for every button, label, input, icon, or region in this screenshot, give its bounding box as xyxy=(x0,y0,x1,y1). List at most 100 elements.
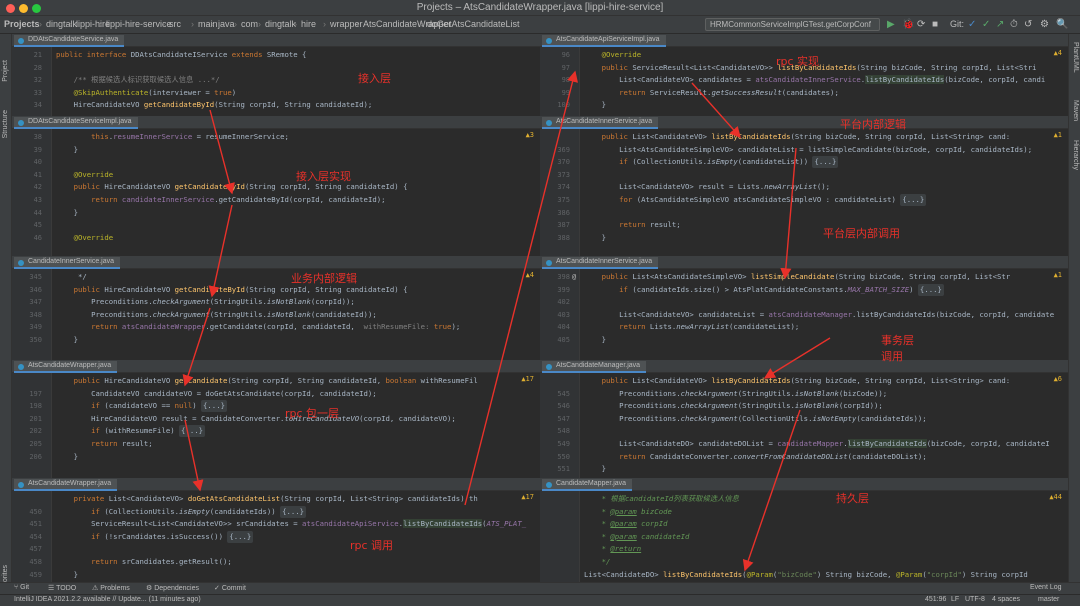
settings-icon[interactable]: ⚙ xyxy=(1040,19,1049,30)
right-strip-maven[interactable]: Maven xyxy=(1072,100,1079,121)
code-area[interactable]: public List<CandidateVO> listByCandidate… xyxy=(580,373,1068,478)
inspection-warning-count[interactable]: ▲3 xyxy=(526,131,534,139)
code-area[interactable]: public HireCandidateVO getCandidate(Stri… xyxy=(52,373,540,478)
editor-pane: AtsCandidateApiServiceImpl.java @Overrid… xyxy=(540,34,1068,116)
code-area[interactable]: * 根据candidateId列表获取候选人信息 * @param bizCod… xyxy=(580,491,1068,582)
line-number: 206 xyxy=(29,452,42,461)
editor-tab[interactable]: AtsCandidateWrapper.java xyxy=(14,479,118,491)
todo-tool-button[interactable]: ☰ TODO xyxy=(48,584,76,592)
indent-setting[interactable]: 4 spaces xyxy=(992,596,1020,603)
breadcrumb-item[interactable]: dingtalk xyxy=(265,19,296,29)
editor-tab[interactable]: AtsCandidateWrapper.java xyxy=(14,361,118,373)
code-area[interactable]: public List<AtsCandidateSimpleVO> listSi… xyxy=(580,269,1068,360)
status-message[interactable]: IntelliJ IDEA 2021.2.2 available // Upda… xyxy=(14,596,201,603)
code-line: * @return xyxy=(601,544,642,554)
editor-tab[interactable]: AtsCandidateManager.java xyxy=(542,361,647,373)
git-commit-icon[interactable]: ✓ xyxy=(982,19,990,30)
left-strip-project[interactable]: Project xyxy=(2,60,9,82)
line-number: 46 xyxy=(33,233,42,242)
search-icon[interactable]: 🔍 xyxy=(1056,19,1068,30)
editor-tab-bar: AtsCandidateWrapper.java xyxy=(12,360,540,373)
file-encoding[interactable]: UTF-8 xyxy=(965,596,985,603)
editor-tab[interactable]: AtsCandidateInnerService.java xyxy=(542,257,659,269)
git-branch[interactable]: master xyxy=(1038,596,1059,603)
line-number: 369 xyxy=(557,145,570,154)
inspection-warning-count[interactable]: ▲4 xyxy=(526,271,534,279)
code-line: */ xyxy=(601,557,611,566)
cursor-position[interactable]: 451:96 xyxy=(925,596,946,603)
editor-tab[interactable]: CandidateInnerService.java xyxy=(14,257,120,269)
code-area[interactable]: private List<CandidateVO> doGetAtsCandid… xyxy=(52,491,540,582)
code-line: if (withResumeFile) {...} xyxy=(91,425,205,438)
breadcrumb-item[interactable]: java xyxy=(218,19,235,29)
git-tool-button[interactable]: ⑂ Git xyxy=(14,584,29,591)
code-line: } xyxy=(56,144,78,154)
debug-icon[interactable]: 🐞 xyxy=(902,19,914,30)
breadcrumb-item[interactable]: lippi-hire xyxy=(76,19,110,29)
editor-tab[interactable]: CandidateMapper.java xyxy=(542,479,633,491)
editor-tab[interactable]: DDAtsCandidateServiceImpl.java xyxy=(14,117,138,129)
line-number: 346 xyxy=(29,285,42,294)
git-update-icon[interactable]: ✓ xyxy=(968,19,976,30)
event-log-button[interactable]: Event Log xyxy=(1030,584,1062,591)
status-bar: IntelliJ IDEA 2021.2.2 available // Upda… xyxy=(0,594,1080,606)
run-icon[interactable]: ▶ xyxy=(887,19,895,30)
breadcrumb-item[interactable]: Projects xyxy=(4,19,40,29)
build-icon[interactable]: ⟳ xyxy=(917,19,925,30)
inspection-warning-count[interactable]: ▲4 xyxy=(1054,49,1062,57)
run-configuration-select[interactable]: HRMCommonServiceImplGTest.getCorpConf xyxy=(705,18,880,31)
code-area[interactable]: public interface DDAtsCandidateIService … xyxy=(52,47,540,116)
editor-tab-bar: CandidateInnerService.java xyxy=(12,256,540,269)
line-number: 96 xyxy=(561,51,570,59)
commit-tool-button[interactable]: ✓ Commit xyxy=(214,584,246,592)
line-number: 398 xyxy=(557,273,570,281)
code-area[interactable]: this.resumeInnerService = resumeInnerSer… xyxy=(52,129,540,256)
history-icon[interactable]: ⏱ xyxy=(1010,19,1018,30)
problems-tool-button[interactable]: ⚠ Problems xyxy=(92,584,130,592)
code-line: List<AtsCandidateSimpleVO> candidateList… xyxy=(584,144,1033,154)
code-line: List<CandidateVO> candidateList = atsCan… xyxy=(584,309,1055,319)
inspection-warning-count[interactable]: ▲44 xyxy=(1049,493,1062,501)
gutter-marker-icon[interactable]: @ xyxy=(572,273,576,281)
inspection-warning-count[interactable]: ▲1 xyxy=(1054,131,1062,139)
code-line: public List<AtsCandidateSimpleVO> listSi… xyxy=(601,272,1011,281)
breadcrumb-item[interactable]: src xyxy=(169,19,181,29)
left-strip-structure[interactable]: Structure xyxy=(2,110,9,138)
git-push-icon[interactable]: ↗ xyxy=(996,19,1004,30)
code-area[interactable]: @Override public ServiceResult<List<Cand… xyxy=(580,47,1068,116)
line-number: 545 xyxy=(557,389,570,398)
inspection-warning-count[interactable]: ▲17 xyxy=(521,493,534,501)
line-number: 350 xyxy=(29,336,42,344)
stop-icon[interactable]: ■ xyxy=(932,19,938,30)
code-line: return atsCandidateWrapper.getCandidate(… xyxy=(91,322,461,332)
inspection-warning-count[interactable]: ▲1 xyxy=(1054,271,1062,279)
editor-pane: AtsCandidateInnerService.java public Lis… xyxy=(540,256,1068,360)
dependencies-tool-button[interactable]: ⚙ Dependencies xyxy=(146,584,199,592)
dependencies-tool-icon: ⚙ xyxy=(146,585,155,592)
line-number: 458 xyxy=(29,558,42,566)
editor-tab-bar: AtsCandidateApiServiceImpl.java xyxy=(540,34,1068,47)
editor-tab[interactable]: AtsCandidateInnerService.java xyxy=(542,117,659,129)
code-line: return srCandidates.getResult(); xyxy=(91,557,232,566)
rollback-icon[interactable]: ↺ xyxy=(1024,19,1032,30)
breadcrumb-item[interactable]: dingtalk xyxy=(46,19,77,29)
editor-pane: AtsCandidateWrapper.java public HireCand… xyxy=(12,360,540,478)
right-strip-hierarchy[interactable]: Hierarchy xyxy=(1072,140,1079,170)
code-line: * 根据candidateId列表获取候选人信息 xyxy=(601,494,739,503)
editor-pane: DDAtsCandidateServiceImpl.java this.resu… xyxy=(12,116,540,256)
flow-annotation-label: 平台内部逻辑 xyxy=(840,118,906,131)
breadcrumb-item[interactable]: main xyxy=(198,19,218,29)
code-line: List<CandidateVO> result = Lists.newArra… xyxy=(584,182,831,192)
line-separator[interactable]: LF xyxy=(951,596,959,603)
line-number: 42 xyxy=(33,183,42,192)
inspection-warning-count[interactable]: ▲17 xyxy=(521,375,534,383)
right-strip-plantuml[interactable]: PlantUML xyxy=(1072,42,1079,73)
inspection-warning-count[interactable]: ▲6 xyxy=(1054,375,1062,383)
editor-tab[interactable]: AtsCandidateApiServiceImpl.java xyxy=(542,35,666,47)
breadcrumb-item[interactable]: doGetAtsCandidateList xyxy=(427,19,520,29)
line-number: 348 xyxy=(29,310,42,319)
breadcrumb-item[interactable]: hire xyxy=(301,19,316,29)
line-number: 386 xyxy=(557,208,570,217)
editor-tab[interactable]: DDAtsCandidateService.java xyxy=(14,35,125,47)
breadcrumb-item[interactable]: com xyxy=(241,19,258,29)
